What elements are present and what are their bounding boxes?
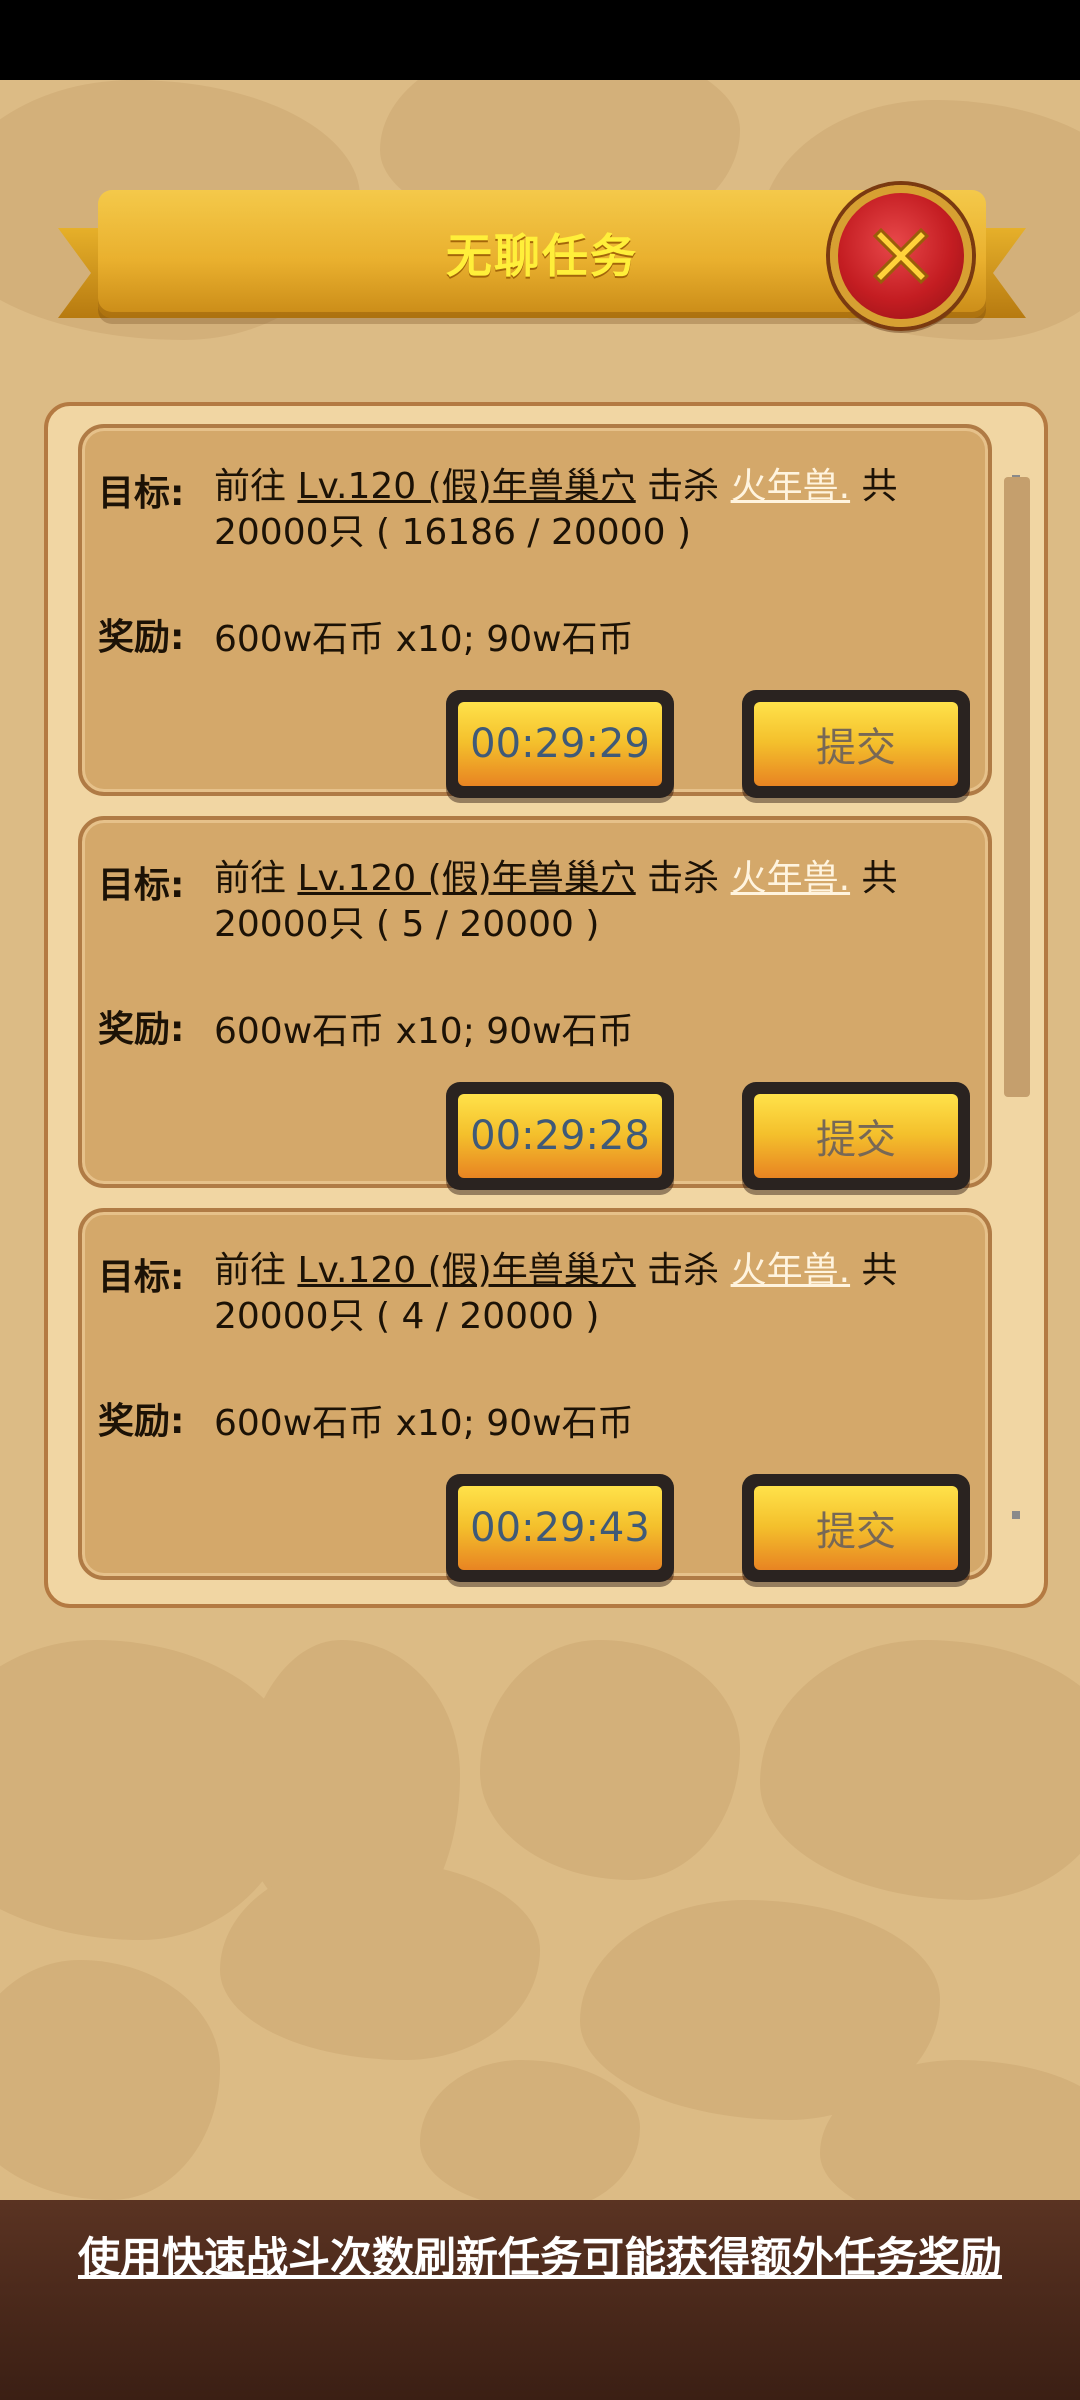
refresh-hint-link[interactable]: 使用快速战斗次数刷新任务可能获得额外任务奖励 — [0, 2224, 1080, 2285]
scroll-down-icon[interactable] — [1012, 1511, 1020, 1519]
reward-label: 奖励: — [98, 1009, 185, 1050]
submit-label: 提交 — [754, 702, 958, 786]
goal-suffix: 共 — [850, 1250, 898, 1291]
reward-text: 600w石币 x10; 90w石币 — [214, 1403, 634, 1444]
goal-label: 目标: — [98, 473, 185, 514]
goal-text: 前往 Lv.120 (假)年兽巢穴 击杀 火年兽. 共 20000只 ( 4 /… — [214, 1248, 974, 1340]
timer-label: 00:29:43 — [458, 1486, 662, 1570]
timer-button[interactable]: 00:29:43 — [446, 1474, 674, 1582]
timer-label: 00:29:28 — [458, 1094, 662, 1178]
submit-label: 提交 — [754, 1486, 958, 1570]
goal-suffix: 共 — [850, 858, 898, 899]
scroll-thumb[interactable] — [1004, 477, 1030, 1097]
status-bar — [0, 0, 1080, 80]
timer-button[interactable]: 00:29:28 — [446, 1082, 674, 1190]
goal-prefix: 前往 — [214, 1250, 298, 1291]
goal-suffix: 共 — [850, 466, 898, 507]
goal-prefix: 前往 — [214, 858, 298, 899]
reward-text: 600w石币 x10; 90w石币 — [214, 619, 634, 660]
reward-label: 奖励: — [98, 1401, 185, 1442]
submit-button[interactable]: 提交 — [742, 1082, 970, 1190]
close-button[interactable] — [830, 185, 972, 327]
monster-link[interactable]: 火年兽. — [731, 858, 850, 899]
goal-action: 击杀 — [635, 858, 731, 899]
kill-progress: 20000只 ( 5 / 20000 ) — [214, 904, 600, 945]
goal-action: 击杀 — [635, 1250, 731, 1291]
task-card: 目标: 前往 Lv.120 (假)年兽巢穴 击杀 火年兽. 共 20000只 (… — [78, 1208, 992, 1582]
task-card: 目标: 前往 Lv.120 (假)年兽巢穴 击杀 火年兽. 共 20000只 (… — [78, 424, 992, 798]
timer-button[interactable]: 00:29:29 — [446, 690, 674, 798]
scrollbar[interactable] — [1000, 475, 1034, 1525]
goal-label: 目标: — [98, 1257, 185, 1298]
submit-label: 提交 — [754, 1094, 958, 1178]
close-icon — [838, 193, 964, 319]
kill-progress: 20000只 ( 4 / 20000 ) — [214, 1296, 600, 1337]
submit-button[interactable]: 提交 — [742, 690, 970, 798]
goal-text: 前往 Lv.120 (假)年兽巢穴 击杀 火年兽. 共 20000只 ( 161… — [214, 464, 974, 556]
footer-bar: 使用快速战斗次数刷新任务可能获得额外任务奖励 — [0, 2200, 1080, 2400]
goal-prefix: 前往 — [214, 466, 298, 507]
reward-label: 奖励: — [98, 617, 185, 658]
location-link[interactable]: Lv.120 (假)年兽巢穴 — [297, 858, 635, 899]
submit-button[interactable]: 提交 — [742, 1474, 970, 1582]
goal-label: 目标: — [98, 865, 185, 906]
monster-link[interactable]: 火年兽. — [731, 466, 850, 507]
kill-progress: 20000只 ( 16186 / 20000 ) — [214, 512, 691, 553]
location-link[interactable]: Lv.120 (假)年兽巢穴 — [297, 466, 635, 507]
location-link[interactable]: Lv.120 (假)年兽巢穴 — [297, 1250, 635, 1291]
goal-action: 击杀 — [635, 466, 731, 507]
timer-label: 00:29:29 — [458, 702, 662, 786]
monster-link[interactable]: 火年兽. — [731, 1250, 850, 1291]
task-card: 目标: 前往 Lv.120 (假)年兽巢穴 击杀 火年兽. 共 20000只 (… — [78, 816, 992, 1190]
goal-text: 前往 Lv.120 (假)年兽巢穴 击杀 火年兽. 共 20000只 ( 5 /… — [214, 856, 974, 948]
reward-text: 600w石币 x10; 90w石币 — [214, 1011, 634, 1052]
